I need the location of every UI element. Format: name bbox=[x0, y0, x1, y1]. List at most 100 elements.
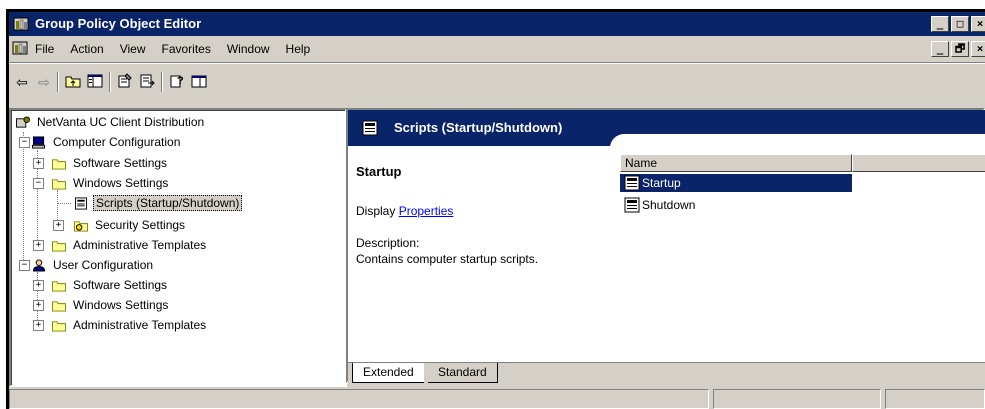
back-button[interactable]: ⇦ bbox=[13, 73, 31, 91]
group-policy-icon bbox=[13, 17, 29, 31]
menu-favorites[interactable]: Favorites bbox=[162, 42, 211, 56]
tree-label: Software Settings bbox=[73, 278, 168, 292]
folder-open-icon bbox=[52, 178, 66, 190]
description-title: Startup bbox=[356, 164, 402, 179]
tree-item-user-configuration[interactable]: User Configuration bbox=[31, 256, 155, 274]
display-row: Display Properties bbox=[356, 204, 453, 218]
tab-standard[interactable]: Standard bbox=[428, 363, 498, 383]
expand-toggle[interactable]: + bbox=[33, 300, 44, 311]
export-list-icon[interactable] bbox=[139, 73, 155, 89]
doc-close-button[interactable]: × bbox=[971, 41, 985, 57]
description-label: Description: bbox=[356, 236, 420, 250]
document-icon[interactable] bbox=[12, 40, 28, 56]
console-tree: NetVanta UC Client Distribution − Comput… bbox=[9, 108, 347, 387]
menu-help[interactable]: Help bbox=[286, 42, 311, 56]
folder-icon bbox=[52, 300, 66, 312]
details-header-title: Scripts (Startup/Shutdown) bbox=[394, 120, 563, 135]
forward-button[interactable]: ⇨ bbox=[35, 73, 53, 91]
tree-label: Administrative Templates bbox=[73, 318, 207, 332]
menu-file[interactable]: File bbox=[35, 42, 54, 56]
tree-label: Computer Configuration bbox=[53, 135, 181, 149]
properties-icon[interactable] bbox=[117, 73, 133, 89]
expand-toggle[interactable]: + bbox=[53, 220, 64, 231]
tree-item-user-windows-settings[interactable]: Windows Settings bbox=[51, 296, 170, 314]
tree-line bbox=[57, 203, 71, 204]
tree-label: Windows Settings bbox=[73, 298, 169, 312]
tree-label-selected: Scripts (Startup/Shutdown) bbox=[93, 195, 243, 211]
column-header-blank[interactable] bbox=[852, 154, 985, 172]
folder-icon bbox=[52, 320, 66, 332]
show-hide-tree-icon[interactable] bbox=[87, 73, 103, 89]
tree-label: Security Settings bbox=[95, 218, 186, 232]
description-panel: Startup Display Properties Description: … bbox=[356, 164, 606, 266]
expand-toggle[interactable]: + bbox=[33, 240, 44, 251]
scripts-icon bbox=[74, 196, 88, 210]
description-text: Contains computer startup scripts. bbox=[356, 252, 539, 266]
tree-line bbox=[23, 132, 24, 268]
tree-item-user-software-settings[interactable]: Software Settings bbox=[51, 276, 169, 294]
toolbar: ⇦ ⇨ ? bbox=[9, 63, 985, 100]
tree-item-windows-settings[interactable]: Windows Settings bbox=[51, 174, 170, 192]
computer-icon bbox=[32, 135, 46, 149]
folder-icon bbox=[52, 158, 66, 170]
status-panel bbox=[9, 389, 709, 409]
collapse-toggle[interactable]: − bbox=[19, 260, 30, 271]
script-icon bbox=[624, 197, 640, 213]
status-bar bbox=[9, 386, 985, 409]
menu-window[interactable]: Window bbox=[227, 42, 270, 56]
tree-label: Software Settings bbox=[73, 156, 168, 170]
close-button[interactable]: × bbox=[971, 16, 985, 32]
expand-toggle[interactable]: + bbox=[33, 320, 44, 331]
toolbar-separator bbox=[109, 72, 111, 92]
list-item-startup[interactable]: Startup bbox=[620, 174, 852, 192]
doc-minimize-button[interactable]: _ bbox=[931, 41, 949, 57]
list-item-label: Shutdown bbox=[642, 198, 696, 212]
window-title: Group Policy Object Editor bbox=[35, 16, 202, 31]
up-one-level-icon[interactable] bbox=[65, 73, 81, 89]
expand-toggle[interactable]: + bbox=[33, 158, 44, 169]
tree-item-computer-configuration[interactable]: Computer Configuration bbox=[31, 133, 182, 151]
tree-label: Administrative Templates bbox=[73, 238, 207, 252]
desktop-edge-top bbox=[0, 0, 985, 9]
display-label: Display bbox=[356, 204, 396, 218]
status-panel bbox=[713, 389, 881, 409]
collapse-toggle[interactable]: − bbox=[33, 178, 44, 189]
toolbar-separator bbox=[161, 72, 163, 92]
tree-item-administrative-templates[interactable]: Administrative Templates bbox=[51, 236, 208, 254]
help-icon[interactable]: ? bbox=[169, 73, 185, 89]
expand-toggle[interactable]: + bbox=[33, 280, 44, 291]
tab-extended[interactable]: Extended bbox=[352, 363, 424, 383]
toolbar-separator bbox=[57, 72, 59, 92]
tree-label-root: NetVanta UC Client Distribution bbox=[37, 115, 205, 129]
collapse-toggle[interactable]: − bbox=[19, 137, 30, 148]
policy-object-icon bbox=[16, 115, 30, 128]
tree-root[interactable]: NetVanta UC Client Distribution bbox=[15, 113, 206, 131]
properties-link[interactable]: Properties bbox=[399, 204, 454, 218]
tree-item-security-settings[interactable]: Security Settings bbox=[73, 216, 187, 234]
view-tabs: Extended Standard bbox=[348, 362, 985, 384]
folder-icon bbox=[52, 240, 66, 252]
menu-bar: File Action View Favorites Window Help _… bbox=[9, 36, 985, 63]
column-header-name[interactable]: Name bbox=[620, 154, 852, 172]
window-controls: _ □ × bbox=[931, 16, 985, 32]
user-icon bbox=[32, 258, 46, 272]
tree-item-user-administrative-templates[interactable]: Administrative Templates bbox=[51, 316, 208, 334]
status-panel bbox=[885, 389, 985, 409]
list-item-shutdown[interactable]: Shutdown bbox=[620, 196, 697, 214]
security-icon bbox=[74, 220, 88, 232]
tree-label: Windows Settings bbox=[73, 176, 169, 190]
menu-view[interactable]: View bbox=[120, 42, 146, 56]
title-bar[interactable]: Group Policy Object Editor _ □ × bbox=[9, 12, 985, 36]
tree-item-scripts[interactable]: Scripts (Startup/Shutdown) bbox=[73, 194, 243, 212]
menu-action[interactable]: Action bbox=[70, 42, 103, 56]
tree-label: User Configuration bbox=[53, 258, 154, 272]
list-item-label: Startup bbox=[642, 176, 681, 190]
minimize-button[interactable]: _ bbox=[931, 16, 949, 32]
doc-restore-button[interactable]: 🗗 bbox=[951, 41, 969, 57]
show-hide-action-pane-icon[interactable] bbox=[191, 73, 207, 89]
script-icon bbox=[624, 175, 640, 191]
svg-text:?: ? bbox=[177, 75, 184, 87]
maximize-button[interactable]: □ bbox=[951, 16, 969, 32]
tree-item-software-settings[interactable]: Software Settings bbox=[51, 154, 169, 172]
document-window-controls: _ 🗗 × bbox=[931, 41, 985, 57]
